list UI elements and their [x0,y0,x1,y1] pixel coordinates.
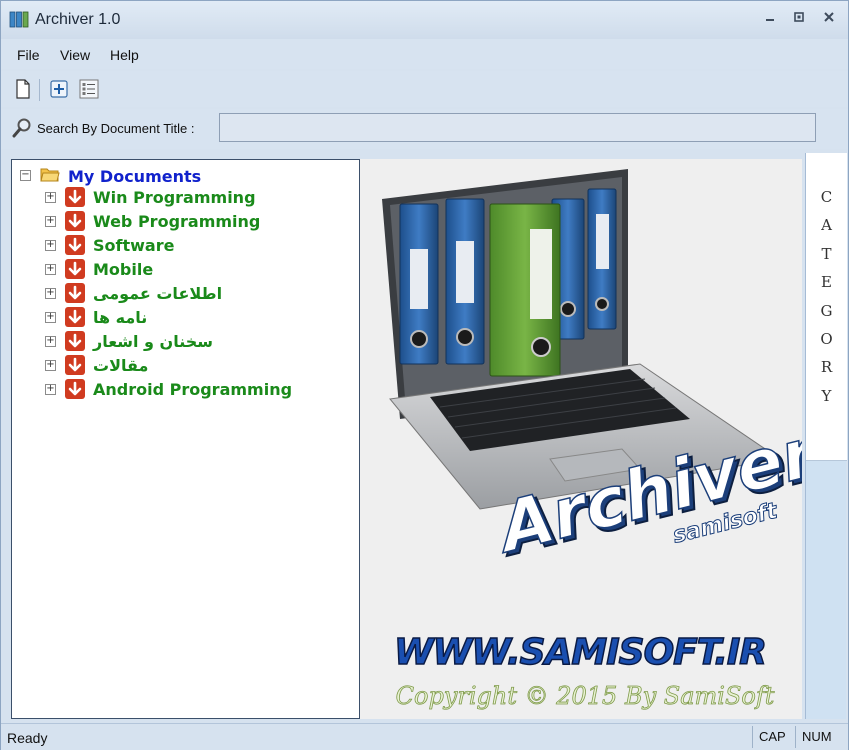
category-label: مقالات [93,356,149,375]
website-text: WWW.SAMISOFT.IR [394,632,766,673]
expand-icon[interactable]: + [45,312,56,323]
expand-icon[interactable]: + [45,240,56,251]
tree-category-node[interactable]: + Android Programming [12,378,359,400]
category-tree: − My Documents + Win Programming + Web Prog… [11,159,360,719]
category-label: نامه ها [93,308,148,327]
category-down-arrow-icon [65,211,85,231]
menu-view[interactable]: View [60,47,90,63]
properties-button[interactable] [77,77,101,101]
new-document-button[interactable] [11,77,35,101]
category-down-arrow-icon [65,259,85,279]
expand-icon[interactable]: + [45,216,56,227]
maximize-button[interactable] [788,10,810,28]
category-label: Software [93,236,175,255]
archive-app-icon [9,11,29,28]
expand-icon[interactable]: + [45,192,56,203]
category-label: اطلاعات عمومی [93,284,223,303]
add-icon [50,80,68,98]
toolbar-separator [39,79,40,101]
title-bar[interactable]: Archiver 1.0 [1,1,848,39]
tree-category-node[interactable]: + Mobile [12,258,359,280]
menu-file[interactable]: File [17,47,40,63]
category-down-arrow-icon [65,355,85,375]
restore-icon [794,12,804,22]
tree-category-node[interactable]: + Web Programming [12,210,359,232]
category-tab-label: CATEGORY [820,188,833,405]
folder-open-icon [40,168,60,182]
tree-category-node[interactable]: + مقالات [12,354,359,376]
expand-icon[interactable]: + [45,288,56,299]
tree-category-node[interactable]: + Software [12,234,359,256]
laptop-binders-illustration: Archiver Archiver samisoft WWW.SAMISOFT.… [382,169,802,710]
tree-category-node[interactable]: + اطلاعات عمومی [12,282,359,304]
category-label: Web Programming [93,212,261,231]
category-label: Android Programming [93,380,293,399]
add-button[interactable] [47,77,71,101]
menu-help[interactable]: Help [110,47,139,63]
category-down-arrow-icon [65,307,85,327]
minimize-icon [766,19,774,21]
list-properties-icon [79,79,99,99]
caps-lock-indicator: CAP [752,726,794,748]
splash-image: Archiver Archiver samisoft WWW.SAMISOFT.… [360,159,802,719]
new-document-icon [16,79,30,99]
search-input[interactable] [219,113,816,142]
category-down-arrow-icon [65,331,85,351]
category-label: Mobile [93,260,154,279]
app-window: Archiver 1.0 File View Help Search By Do… [0,0,849,750]
category-label: Win Programming [93,188,256,207]
menu-bar: File View Help [1,39,848,69]
search-bar: Search By Document Title : [1,109,848,149]
status-text: Ready [7,730,48,746]
search-label: Search By Document Title : [37,121,195,136]
tree-category-node[interactable]: + سخنان و اشعار [12,330,359,352]
close-icon [824,12,834,22]
search-icon [12,118,31,138]
expand-icon[interactable]: + [45,264,56,275]
category-tab[interactable]: CATEGORY [806,153,847,461]
expand-icon[interactable]: + [45,384,56,395]
tree-category-node[interactable]: + Win Programming [12,186,359,208]
expand-icon[interactable]: + [45,360,56,371]
category-side-panel: CATEGORY [805,153,847,719]
category-down-arrow-icon [65,379,85,399]
toolbar [1,71,848,107]
category-down-arrow-icon [65,235,85,255]
status-bar: Ready CAP NUM [1,723,848,750]
tree-root-node[interactable]: − My Documents [12,162,359,186]
category-down-arrow-icon [65,187,85,207]
close-button[interactable] [818,10,840,28]
num-lock-indicator: NUM [795,726,847,748]
category-down-arrow-icon [65,283,85,303]
category-label: سخنان و اشعار [93,332,214,351]
minimize-button[interactable] [759,10,781,28]
window-title: Archiver 1.0 [35,11,121,28]
copyright-text: Copyright © 2015 By SamiSoft [396,682,775,710]
tree-root-label: My Documents [68,167,202,186]
tree-category-node[interactable]: + نامه ها [12,306,359,328]
collapse-icon[interactable]: − [20,170,31,181]
expand-icon[interactable]: + [45,336,56,347]
